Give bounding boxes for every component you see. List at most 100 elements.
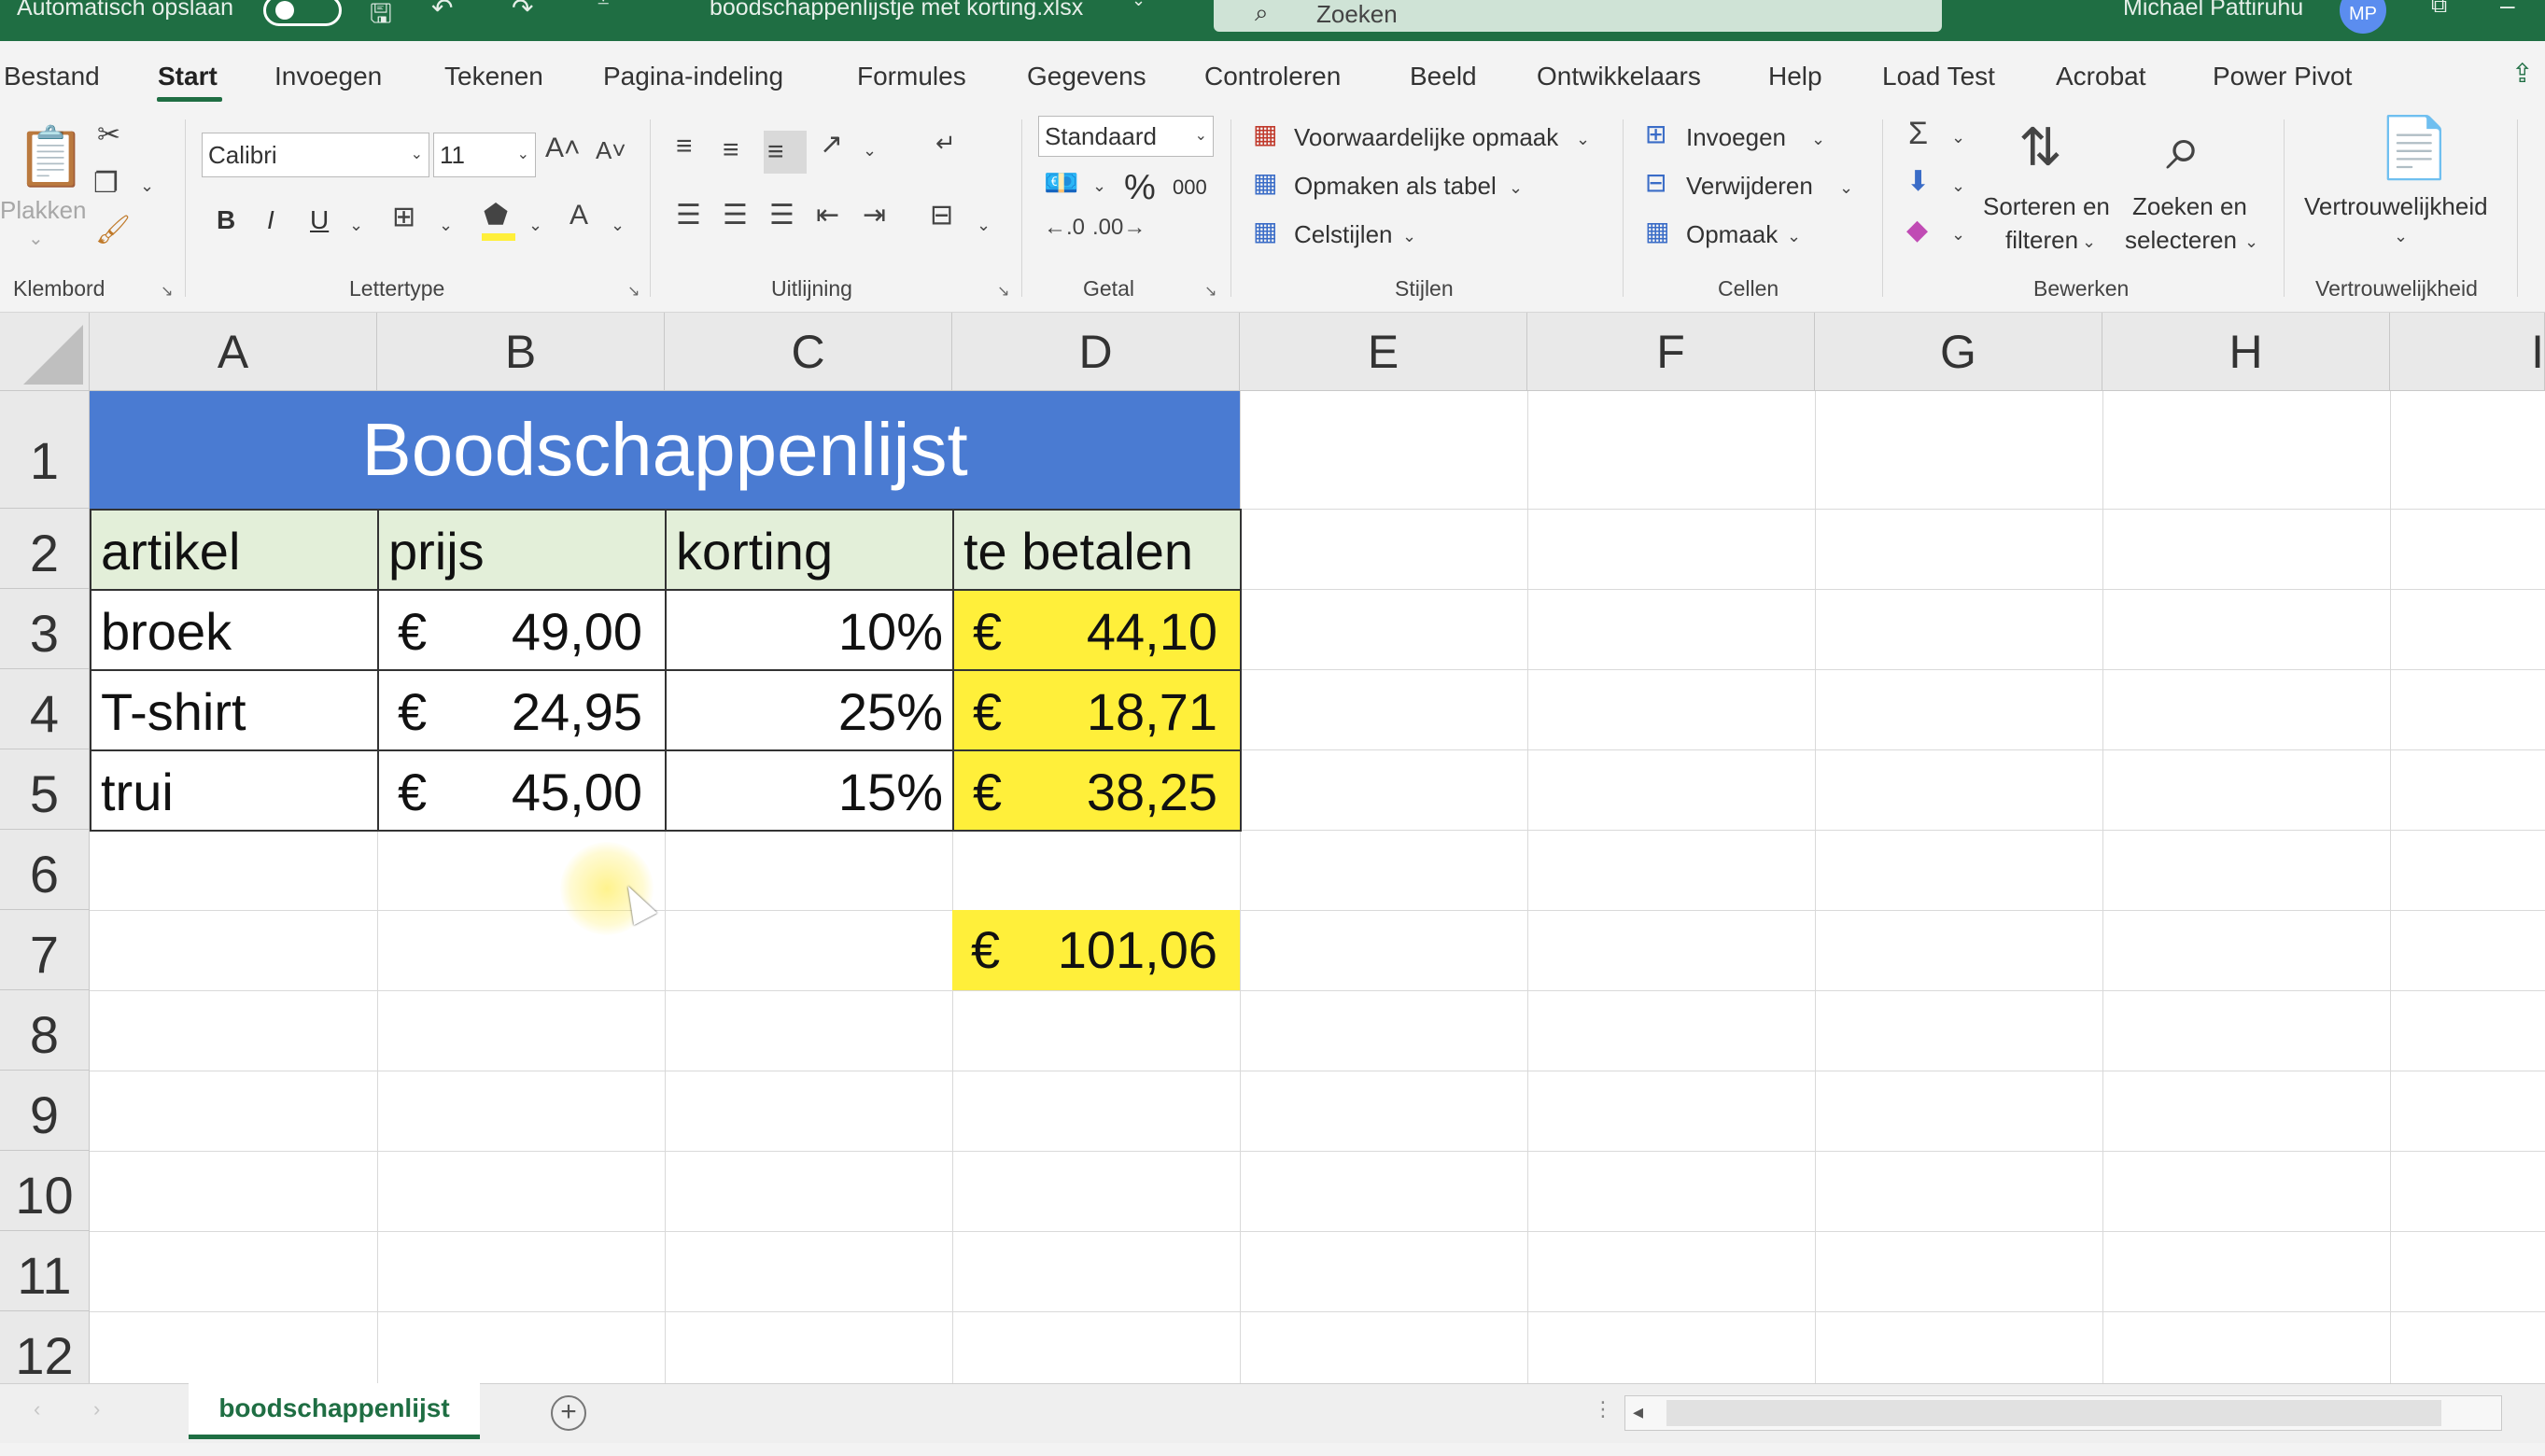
- insert-cells-button[interactable]: Invoegen: [1686, 123, 1786, 152]
- sensitivity-chevron-down-icon[interactable]: ⌄: [2394, 228, 2408, 245]
- header-cell-artikel[interactable]: artikel: [90, 509, 379, 591]
- tab-formules[interactable]: Formules: [857, 62, 966, 91]
- format-as-table-button[interactable]: Opmaken als tabel: [1294, 172, 1497, 201]
- column-header-h[interactable]: H: [2102, 313, 2390, 391]
- split-handle-icon[interactable]: ⋮: [1593, 1397, 1613, 1421]
- font-launcher-icon[interactable]: ↘: [627, 282, 640, 301]
- insert-chevron-down-icon[interactable]: ⌄: [1811, 131, 1825, 147]
- conditional-format-chevron-down-icon[interactable]: ⌄: [1576, 131, 1590, 147]
- select-all-button[interactable]: [0, 313, 90, 391]
- cell-prijs[interactable]: €24,95: [377, 669, 667, 751]
- font-color-chevron-down-icon[interactable]: ⌄: [611, 217, 625, 233]
- borders-chevron-down-icon[interactable]: ⌄: [439, 217, 453, 233]
- cell-artikel[interactable]: broek: [90, 589, 379, 671]
- row-header-2[interactable]: 2: [0, 509, 90, 589]
- decrease-font-size-icon[interactable]: A˅: [596, 138, 626, 162]
- cell-artikel[interactable]: trui: [90, 749, 379, 832]
- filename-chevron-down-icon[interactable]: ⌄: [1132, 0, 1146, 10]
- column-header-i[interactable]: I: [2390, 313, 2545, 391]
- tab-bestand[interactable]: Bestand: [4, 62, 100, 91]
- worksheet-grid[interactable]: A B C D E F G H I 1 2 3 4 5 6 7 8 9 10 1…: [0, 313, 2545, 1383]
- delete-cells-icon[interactable]: ⊟: [1645, 170, 1666, 196]
- delete-chevron-down-icon[interactable]: ⌄: [1839, 179, 1853, 196]
- cell-te-betalen[interactable]: €38,25: [952, 749, 1242, 832]
- cell-prijs[interactable]: €49,00: [377, 589, 667, 671]
- cell-styles-icon[interactable]: ▦: [1253, 218, 1277, 245]
- cell-korting[interactable]: 15%: [665, 749, 954, 832]
- redo-icon[interactable]: ↷: [512, 0, 533, 23]
- alignment-launcher-icon[interactable]: ↘: [997, 282, 1009, 301]
- align-left-icon[interactable]: ☰: [676, 202, 701, 230]
- cell-prijs[interactable]: €45,00: [377, 749, 667, 832]
- fill-color-icon[interactable]: ⬟: [484, 202, 508, 230]
- font-name-select[interactable]: Calibri ⌄: [202, 133, 429, 177]
- minimize-icon[interactable]: –: [2500, 0, 2515, 21]
- customize-toolbar-icon[interactable]: ⩡: [598, 0, 609, 13]
- autosum-chevron-down-icon[interactable]: ⌄: [1951, 129, 1965, 146]
- increase-font-size-icon[interactable]: A˄: [545, 134, 581, 162]
- font-size-select[interactable]: 11 ⌄: [433, 133, 536, 177]
- header-cell-korting[interactable]: korting: [665, 509, 954, 591]
- underline-button[interactable]: U: [310, 205, 329, 235]
- font-color-icon[interactable]: A: [569, 202, 588, 230]
- tab-controleren[interactable]: Controleren: [1204, 62, 1341, 91]
- fill-color-chevron-down-icon[interactable]: ⌄: [528, 217, 542, 233]
- row-header-10[interactable]: 10: [0, 1151, 90, 1231]
- tab-load-test[interactable]: Load Test: [1882, 62, 1995, 91]
- row-header-11[interactable]: 11: [0, 1231, 90, 1311]
- tab-power-pivot[interactable]: Power Pivot: [2213, 62, 2352, 91]
- header-cell-prijs[interactable]: prijs: [377, 509, 667, 591]
- number-format-select[interactable]: Standaard ⌄: [1038, 116, 1214, 157]
- tab-acrobat[interactable]: Acrobat: [2056, 62, 2146, 91]
- tab-ontwikkelaars[interactable]: Ontwikkelaars: [1537, 62, 1701, 91]
- row-header-7[interactable]: 7: [0, 910, 90, 990]
- paste-icon[interactable]: 📋: [15, 129, 87, 187]
- column-header-g[interactable]: G: [1815, 313, 2102, 391]
- copy-icon[interactable]: ❐: [93, 170, 119, 198]
- insert-cells-icon[interactable]: ⊞: [1645, 121, 1666, 147]
- autosum-icon[interactable]: Σ: [1908, 118, 1928, 149]
- scrollbar-thumb[interactable]: [1666, 1400, 2441, 1426]
- orientation-chevron-down-icon[interactable]: ⌄: [863, 142, 877, 159]
- decrease-decimal-icon[interactable]: .00→: [1092, 217, 1146, 239]
- borders-icon[interactable]: ⊞: [392, 203, 415, 231]
- column-header-f[interactable]: F: [1527, 313, 1815, 391]
- underline-chevron-down-icon[interactable]: ⌄: [349, 217, 363, 233]
- row-header-6[interactable]: 6: [0, 830, 90, 910]
- fill-down-icon[interactable]: ⬇: [1906, 168, 1930, 196]
- conditional-format-button[interactable]: Voorwaardelijke opmaak: [1294, 123, 1558, 152]
- format-painter-icon[interactable]: 🖌: [95, 217, 131, 245]
- sheet-tab-boodschappenlijst[interactable]: boodschappenlijst: [189, 1383, 480, 1439]
- increase-indent-icon[interactable]: ⇥: [863, 202, 886, 230]
- format-as-table-icon[interactable]: ▦: [1253, 170, 1277, 196]
- column-header-a[interactable]: A: [90, 313, 377, 391]
- format-cells-icon[interactable]: ▦: [1645, 218, 1669, 245]
- merge-center-icon[interactable]: ⊟: [930, 202, 953, 230]
- column-header-d[interactable]: D: [952, 313, 1240, 391]
- cell-styles-button[interactable]: Celstijlen: [1294, 220, 1393, 249]
- format-chevron-down-icon[interactable]: ⌄: [1787, 228, 1801, 245]
- align-middle-icon[interactable]: ≡: [723, 136, 739, 164]
- increase-decimal-icon[interactable]: ←.0: [1044, 217, 1085, 239]
- share-icon[interactable]: ⇪: [2511, 58, 2533, 89]
- delete-cells-button[interactable]: Verwijderen: [1686, 172, 1813, 201]
- add-sheet-button[interactable]: +: [551, 1395, 586, 1431]
- decrease-indent-icon[interactable]: ⇤: [816, 202, 839, 230]
- sort-chevron-down-icon[interactable]: ⌄: [2082, 233, 2096, 250]
- tab-pagina-indeling[interactable]: Pagina-indeling: [603, 62, 783, 91]
- clear-icon[interactable]: ◆: [1906, 217, 1928, 245]
- row-header-4[interactable]: 4: [0, 669, 90, 749]
- row-header-12[interactable]: 12: [0, 1311, 90, 1383]
- sensitivity-button[interactable]: Vertrouwelijkheid: [2304, 192, 2488, 221]
- find-select-icon[interactable]: ⌕: [2166, 116, 2201, 179]
- tab-help[interactable]: Help: [1768, 62, 1822, 91]
- total-cell[interactable]: €101,06: [952, 910, 1240, 990]
- horizontal-scrollbar[interactable]: ◂: [1624, 1395, 2502, 1431]
- paste-chevron-down-icon[interactable]: ⌄: [28, 230, 44, 248]
- cell-styles-chevron-down-icon[interactable]: ⌄: [1402, 228, 1416, 245]
- number-launcher-icon[interactable]: ↘: [1204, 282, 1216, 301]
- bold-button[interactable]: B: [217, 205, 235, 235]
- column-header-c[interactable]: C: [665, 313, 952, 391]
- cell-artikel[interactable]: T-shirt: [90, 669, 379, 751]
- fill-chevron-down-icon[interactable]: ⌄: [1951, 177, 1965, 194]
